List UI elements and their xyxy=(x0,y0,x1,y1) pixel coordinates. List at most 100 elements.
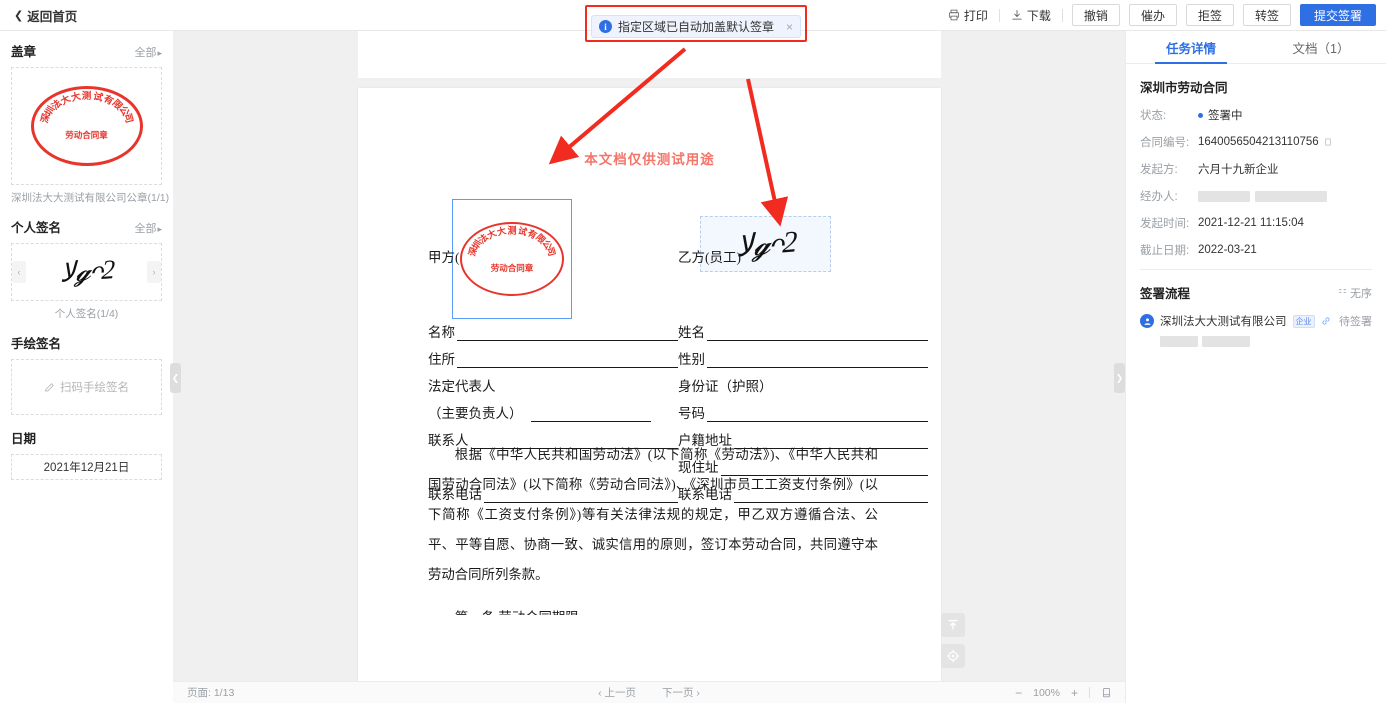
redaction-block-2 xyxy=(1255,190,1327,202)
submit-sign-button[interactable]: 提交签署 xyxy=(1299,4,1376,26)
transfer-sign-button[interactable]: 转签 xyxy=(1242,4,1291,26)
right-sidebar: 任务详情 文档（1） 深圳市劳动合同 状态: 签署中 合同编号: 1640056… xyxy=(1125,31,1386,703)
scroll-to-top-button[interactable] xyxy=(941,613,965,637)
date-title: 日期 xyxy=(11,432,37,446)
contract-section-heading: 第一条 劳动合同期限 xyxy=(428,606,878,615)
urge-button[interactable]: 催办 xyxy=(1128,4,1177,26)
close-icon[interactable]: × xyxy=(782,20,793,34)
deadline-key: 截止日期: xyxy=(1140,245,1190,257)
tab-task-details[interactable]: 任务详情 xyxy=(1126,31,1256,64)
info-icon: i xyxy=(599,20,612,33)
pencil-icon xyxy=(44,382,54,391)
detail-contract-number: 合同编号: 1640056504213110756 xyxy=(1140,134,1372,150)
copy-icon[interactable] xyxy=(1324,137,1333,147)
stamp-section-header: 盖章 全部▸ xyxy=(11,41,162,60)
stamp-thumbnail[interactable]: 深圳法大大测试有限公司 劳动合同章 xyxy=(11,67,162,185)
status-value: 签署中 xyxy=(1198,107,1243,123)
left-sidebar: 盖章 全部▸ 深圳法大大测试有限公司 劳动合同章 深圳法大大测试有限公司公章(1… xyxy=(0,31,173,703)
revoke-button[interactable]: 撤销 xyxy=(1071,4,1120,26)
personal-sign-title: 个人签名 xyxy=(11,221,62,235)
party-a-field-blank-line-0[interactable] xyxy=(457,327,678,341)
detail-initiated-time: 发起时间: 2021-12-21 11:15:04 xyxy=(1140,215,1372,231)
status-dot-icon xyxy=(1198,112,1203,118)
personal-sign-view-all-link[interactable]: 全部▸ xyxy=(134,220,162,236)
party-b-label: 乙方(员工) xyxy=(678,250,741,265)
collapse-right-sidebar-handle[interactable]: ❯ xyxy=(1114,363,1125,393)
back-home-label: 返回首页 xyxy=(27,9,78,24)
party-b-field-label-2: 身份证（护照） xyxy=(678,379,773,394)
redaction-block-1 xyxy=(1198,190,1250,202)
party-b-field-blank-line-1[interactable] xyxy=(707,354,928,368)
date-section-header: 日期 xyxy=(11,428,162,447)
party-b-field-blank-line-0[interactable] xyxy=(707,327,928,341)
party-header-row: 甲方( 乙方(员工) xyxy=(428,246,928,266)
participant-sub-redacted xyxy=(1160,334,1372,352)
sign-flow-mode: 无序 xyxy=(1338,285,1372,301)
next-page-button[interactable]: 下一页 › xyxy=(662,685,700,700)
redaction-block-3 xyxy=(1160,336,1198,347)
party-a-field-row-3: （主要负责人） xyxy=(428,395,678,422)
hand-sign-section-header: 手绘签名 xyxy=(11,333,162,352)
sign-flow-participant[interactable]: 深圳法大大测试有限公司 企业 待签署 xyxy=(1140,313,1372,329)
download-button[interactable]: 下载 xyxy=(1000,7,1062,24)
page-label: 页面: xyxy=(187,687,211,699)
fit-page-icon[interactable] xyxy=(1101,687,1112,699)
party-a-field-row-2: 法定代表人 xyxy=(428,368,678,395)
tab-documents[interactable]: 文档（1） xyxy=(1256,31,1386,63)
page-navigation: ‹ 上一页 下一页 › xyxy=(598,685,700,700)
sidebar-tabs: 任务详情 文档（1） xyxy=(1126,31,1386,64)
zoom-divider xyxy=(1089,687,1090,698)
avatar xyxy=(1140,314,1154,328)
printer-icon xyxy=(948,9,959,21)
party-b-field-label-1: 性别 xyxy=(678,352,705,367)
detail-deadline: 截止日期: 2022-03-21 xyxy=(1140,242,1372,258)
personal-sign-section-header: 个人签名 全部▸ xyxy=(11,217,162,236)
signature-graphic: ﻻ𝓰ᴖ2 xyxy=(60,254,114,288)
unordered-icon xyxy=(1339,289,1346,293)
document-viewer[interactable]: 本文档仅供测试用途 本文档仅供测试用途 深圳法大大测试有限公司 劳动合同章 ﻻ𝓰… xyxy=(173,31,1125,703)
party-b-field-row-2: 身份证（护照） xyxy=(678,368,928,395)
page-indicator: 页面: 1/13 xyxy=(187,685,234,700)
print-label: 打印 xyxy=(963,8,988,23)
party-b-field-label-0: 姓名 xyxy=(678,325,705,340)
reject-sign-button[interactable]: 拒签 xyxy=(1185,4,1234,26)
document-page[interactable]: 本文档仅供测试用途 深圳法大大测试有限公司 劳动合同章 ﻻ𝓰ᴖ2 甲方( 乙方(… xyxy=(358,88,941,685)
stamp-view-all-link[interactable]: 全部▸ xyxy=(134,44,162,60)
party-a-field-blank-line-3[interactable] xyxy=(530,408,651,422)
party-b-field-blank-line-3[interactable] xyxy=(707,408,928,422)
notice-text: 指定区域已自动加盖默认签章 xyxy=(618,20,775,34)
scan-hand-sign-button[interactable]: 扫码手绘签名 xyxy=(11,359,162,415)
scroll-to-top-icon xyxy=(948,619,958,630)
stamp-section-title: 盖章 xyxy=(11,45,37,59)
signature-next-button[interactable]: › xyxy=(147,261,161,283)
party-b-field-label-3: 号码 xyxy=(678,406,705,421)
party-a-field-label-2: 法定代表人 xyxy=(428,379,496,394)
initiator-value: 六月十九新企业 xyxy=(1198,164,1279,176)
initiated-time-value: 2021-12-21 11:15:04 xyxy=(1198,217,1304,229)
party-a-field-blank-line-1[interactable] xyxy=(457,354,678,368)
contract-number-key: 合同编号: xyxy=(1140,137,1190,149)
status-badge: 企业 xyxy=(1292,314,1315,328)
toolbar-divider-2 xyxy=(1061,8,1063,22)
deadline-value: 2022-03-21 xyxy=(1198,244,1257,256)
signing-app: ❮ 返回首页 打印 下载 撤销 催办 拒签 转签 提交签署 i 指定区域已自动加… xyxy=(0,0,1386,703)
chevron-left-icon: ❮ xyxy=(14,9,24,22)
prev-page-button[interactable]: ‹ 上一页 xyxy=(598,685,636,700)
link-icon[interactable] xyxy=(1321,316,1331,326)
personal-signature-thumbnail[interactable]: ‹ ﻻ𝓰ᴖ2 › xyxy=(11,243,162,301)
print-button[interactable]: 打印 xyxy=(937,7,999,24)
date-stamp-item[interactable]: 2021年12月21日 xyxy=(11,454,162,480)
sign-flow-header: 签署流程 无序 xyxy=(1140,283,1372,302)
back-home-button[interactable]: ❮ 返回首页 xyxy=(14,6,77,25)
status-key: 状态: xyxy=(1140,110,1167,122)
zoom-in-button[interactable]: + xyxy=(1071,686,1078,700)
panel-divider xyxy=(1140,269,1372,270)
locate-icon xyxy=(946,649,960,663)
download-icon xyxy=(1012,10,1022,20)
viewer-bottom-bar: 页面: 1/13 ‹ 上一页 下一页 › − 100% + xyxy=(173,681,1125,703)
zoom-out-button[interactable]: − xyxy=(1015,686,1022,700)
collapse-left-sidebar-handle[interactable]: ❮ xyxy=(170,363,181,393)
contract-paragraph: 根据《中华人民共和国劳动法》(以下简称《劳动法》)、《中华人民共和国劳动合同法》… xyxy=(428,447,878,582)
locate-sign-area-button[interactable] xyxy=(941,644,965,668)
signature-prev-button[interactable]: ‹ xyxy=(12,261,26,283)
